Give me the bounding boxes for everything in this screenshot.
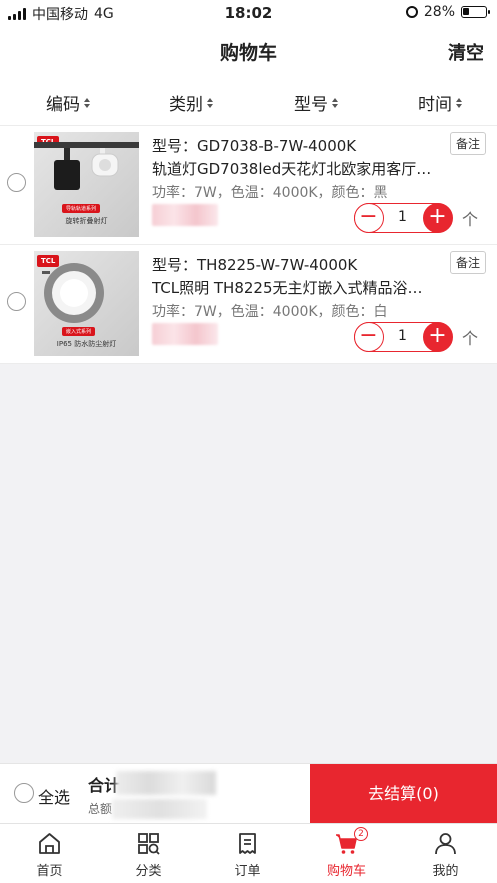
product-image[interactable]: TCL 嵌入式系列 IP65 防水防尘射灯 bbox=[34, 251, 139, 356]
quantity-value[interactable]: 1 bbox=[385, 328, 420, 344]
order-icon bbox=[239, 833, 256, 854]
select-all-label[interactable]: 全选 bbox=[38, 784, 70, 808]
alarm-icon bbox=[405, 6, 418, 18]
total-sub-redacted bbox=[112, 799, 207, 819]
tab-profile[interactable]: 我的 bbox=[396, 824, 495, 883]
sort-arrows-icon bbox=[332, 97, 338, 108]
sort-time-label: 时间 bbox=[418, 95, 452, 115]
page-title: 购物车 bbox=[219, 42, 277, 64]
tab-orders-label: 订单 bbox=[234, 864, 261, 879]
tab-orders[interactable]: 订单 bbox=[198, 824, 297, 883]
item-name[interactable]: 轨道灯GD7038led天花灯北欧家用客厅… bbox=[152, 158, 442, 179]
item-select-radio[interactable] bbox=[7, 173, 26, 192]
total-amount-redacted bbox=[116, 771, 216, 795]
select-all-radio[interactable] bbox=[14, 783, 34, 803]
note-button[interactable]: 备注 bbox=[449, 132, 486, 155]
cart-list: TCL 导轨轨道系列 旋转折叠射灯 型号：GD7038-B-7W-4000K 轨… bbox=[0, 126, 497, 364]
item-name[interactable]: TCL照明 TH8225无主灯嵌入式精品浴… bbox=[152, 277, 442, 298]
item-model: 型号：TH8225-W-7W-4000K bbox=[152, 256, 358, 274]
cart-item: TCL 导轨轨道系列 旋转折叠射灯 型号：GD7038-B-7W-4000K 轨… bbox=[0, 126, 497, 245]
sort-arrows-icon bbox=[207, 97, 213, 108]
category-icon bbox=[138, 833, 160, 855]
quantity-value[interactable]: 1 bbox=[385, 209, 420, 225]
quantity-stepper: − 1 + bbox=[353, 202, 453, 233]
tab-cart-label: 购物车 bbox=[326, 864, 366, 879]
cart-item: TCL 嵌入式系列 IP65 防水防尘射灯 型号：TH8225-W-7W-400… bbox=[0, 245, 497, 364]
thumb-caption: IP65 防水防尘射灯 bbox=[56, 340, 117, 348]
sort-category-label: 类别 bbox=[169, 95, 203, 115]
thumb-tag: 嵌入式系列 bbox=[62, 327, 96, 336]
cart-badge: 2 bbox=[354, 827, 368, 841]
sort-arrows-icon bbox=[456, 97, 462, 108]
sort-bar: 编码 类别 型号 时间 bbox=[0, 74, 497, 126]
item-model: 型号：GD7038-B-7W-4000K bbox=[152, 137, 357, 155]
tab-bar: 首页 分类 订单 2 购物车 我的 bbox=[0, 823, 497, 883]
battery-percent: 28% bbox=[423, 4, 455, 20]
tab-cart[interactable]: 2 购物车 bbox=[297, 824, 396, 883]
thumb-caption: 旋转折叠射灯 bbox=[65, 217, 108, 225]
item-spec: 功率：7W，色温：4000K，颜色：黑 bbox=[152, 185, 388, 201]
status-right: 28% bbox=[405, 4, 490, 20]
clear-cart-button[interactable]: 清空 bbox=[448, 39, 484, 65]
quantity-stepper: − 1 + bbox=[353, 321, 453, 352]
status-bar: 中国移动 4G 18:02 28% bbox=[0, 0, 497, 26]
sort-model[interactable]: 型号 bbox=[294, 90, 338, 115]
user-icon bbox=[435, 833, 456, 855]
sort-arrows-icon bbox=[84, 97, 90, 108]
item-spec: 功率：7W，色温：4000K，颜色：白 bbox=[152, 304, 388, 320]
product-image[interactable]: TCL 导轨轨道系列 旋转折叠射灯 bbox=[34, 132, 139, 237]
nav-bar: 购物车 清空 bbox=[0, 26, 497, 74]
tab-home-label: 首页 bbox=[36, 864, 63, 879]
tab-profile-label: 我的 bbox=[432, 864, 459, 879]
item-price-redacted bbox=[152, 323, 218, 345]
checkout-bar: 全选 合计 总额 去结算(0) bbox=[0, 763, 497, 824]
thumb-tag: 导轨轨道系列 bbox=[62, 204, 101, 213]
decrease-button[interactable]: − bbox=[353, 321, 384, 352]
tab-category-label: 分类 bbox=[135, 864, 162, 879]
tab-category[interactable]: 分类 bbox=[99, 824, 198, 883]
sort-code[interactable]: 编码 bbox=[46, 90, 90, 115]
decrease-button[interactable]: − bbox=[353, 202, 384, 233]
item-select-radio[interactable] bbox=[7, 292, 26, 311]
battery-icon bbox=[461, 6, 490, 18]
sort-time[interactable]: 时间 bbox=[418, 90, 462, 115]
home-icon bbox=[39, 833, 60, 854]
unit-label: 个 bbox=[462, 329, 479, 348]
total-sub-label: 总额 bbox=[88, 802, 113, 816]
tab-home[interactable]: 首页 bbox=[0, 824, 99, 883]
sort-category[interactable]: 类别 bbox=[169, 90, 213, 115]
increase-button[interactable]: + bbox=[422, 202, 453, 233]
item-price-redacted bbox=[152, 204, 218, 226]
unit-label: 个 bbox=[462, 210, 479, 229]
sort-code-label: 编码 bbox=[46, 95, 80, 115]
note-button[interactable]: 备注 bbox=[449, 251, 486, 274]
sort-model-label: 型号 bbox=[294, 95, 328, 115]
increase-button[interactable]: + bbox=[422, 321, 453, 352]
checkout-button[interactable]: 去结算(0) bbox=[310, 764, 497, 824]
